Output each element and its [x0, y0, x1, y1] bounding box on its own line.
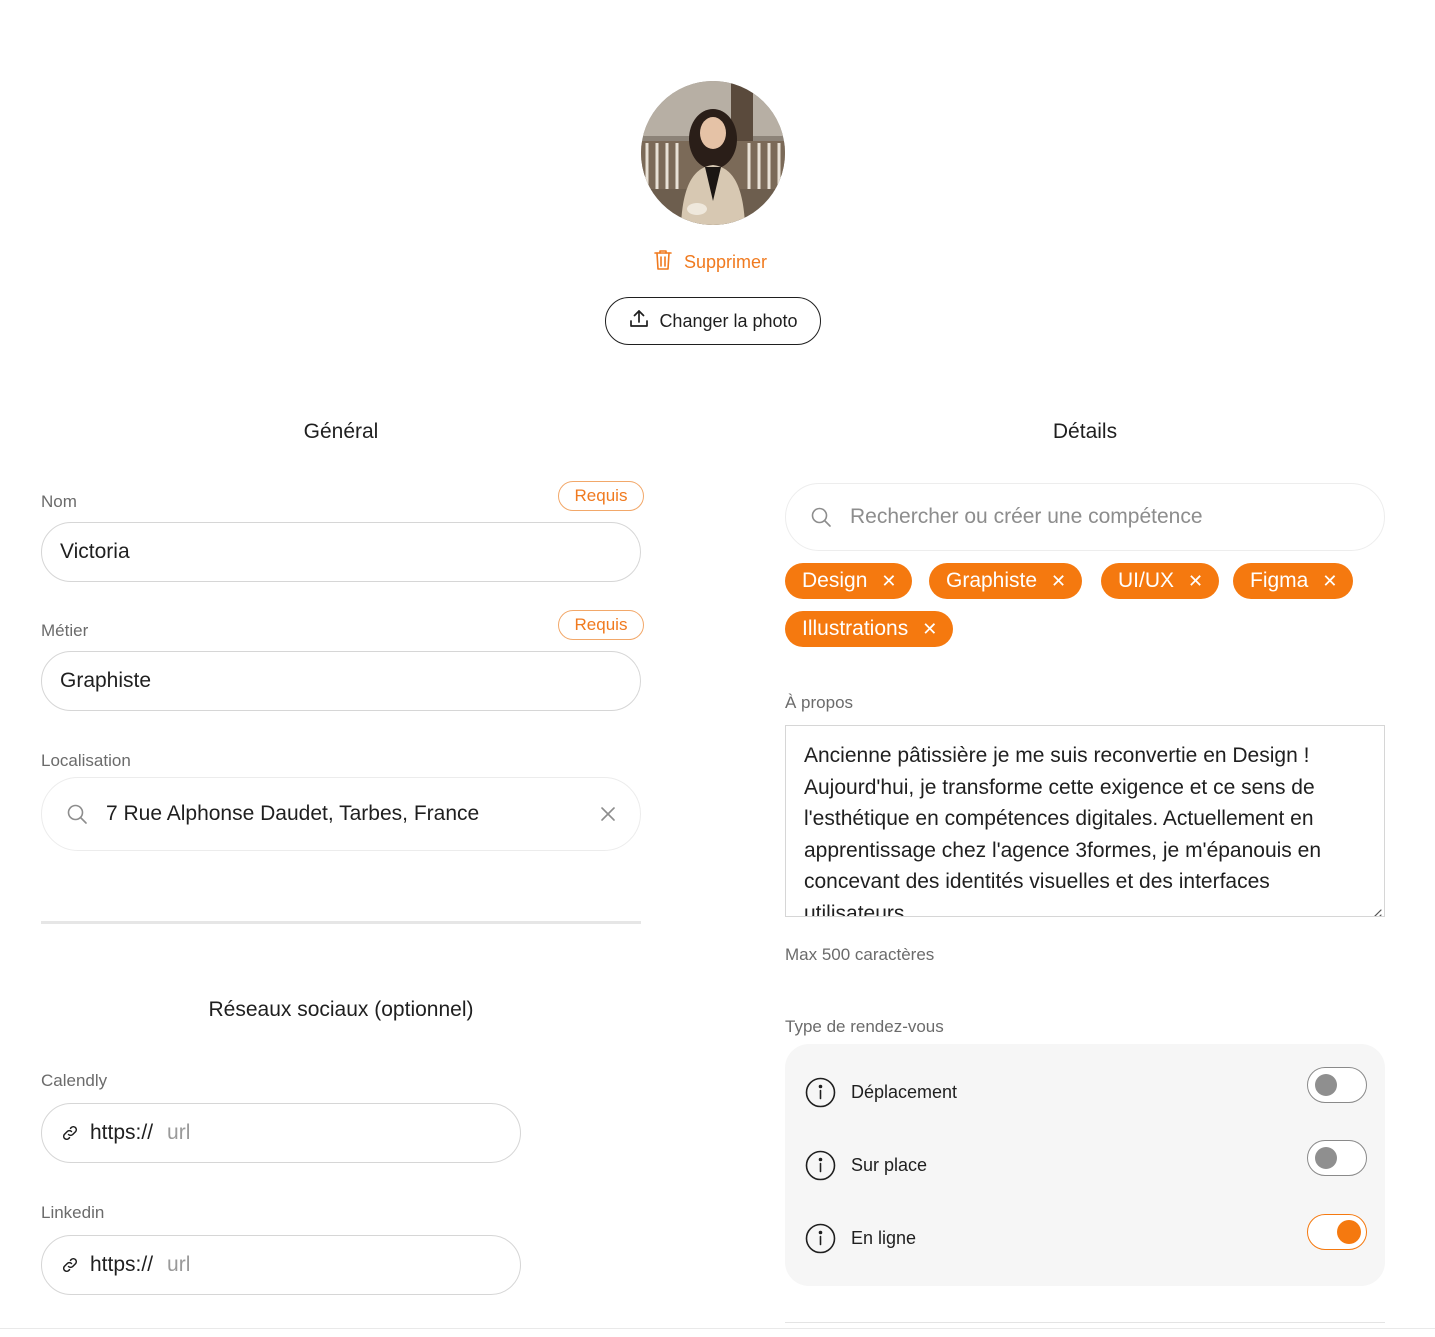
remove-skill-icon[interactable]: ✕ — [1322, 572, 1337, 590]
sur-place-toggle[interactable] — [1307, 1140, 1367, 1176]
deplacement-toggle[interactable] — [1307, 1067, 1367, 1103]
link-icon — [60, 1255, 80, 1275]
appointment-option-label: Déplacement — [851, 1082, 958, 1102]
toggle-knob — [1337, 1220, 1361, 1244]
upload-icon — [628, 308, 650, 335]
location-label: Localisation — [41, 751, 131, 770]
resize-handle-icon[interactable] — [1368, 900, 1382, 916]
toggle-knob — [1315, 1074, 1337, 1096]
general-section-title: Général — [303, 420, 379, 443]
skill-tag-label: Illustrations — [802, 617, 909, 640]
remove-skill-icon[interactable]: ✕ — [922, 620, 937, 638]
skill-tag: Design ✕ — [785, 563, 913, 599]
job-required-badge: Requis — [558, 610, 644, 640]
skill-tag-label: Figma — [1250, 569, 1309, 592]
calendly-url-prefix: https:// — [90, 1121, 154, 1144]
name-required-badge: Requis — [558, 481, 644, 511]
location-input[interactable]: 7 Rue Alphonse Daudet, Tarbes, France — [41, 777, 641, 851]
appointment-option: Déplacement — [805, 1077, 957, 1108]
location-value: 7 Rue Alphonse Daudet, Tarbes, France — [106, 802, 480, 825]
linkedin-label: Linkedin — [41, 1203, 105, 1222]
name-input[interactable]: Victoria — [41, 522, 641, 582]
appointment-option-label: Sur place — [851, 1155, 928, 1175]
search-icon — [66, 803, 88, 825]
section-divider — [41, 921, 641, 924]
delete-photo-label: Supprimer — [684, 251, 768, 272]
calendly-url-input[interactable]: https:// url — [41, 1103, 521, 1163]
change-photo-label: Changer la photo — [659, 310, 798, 331]
calendly-label: Calendly — [41, 1071, 108, 1090]
appointment-option: En ligne — [805, 1223, 916, 1254]
delete-photo-button[interactable]: Supprimer — [652, 248, 767, 276]
info-icon[interactable] — [805, 1077, 836, 1108]
skill-search-placeholder: Rechercher ou créer une compétence — [850, 505, 1203, 528]
calendly-url-placeholder: url — [167, 1121, 191, 1144]
skill-tag: Figma ✕ — [1233, 563, 1354, 599]
social-section-title: Réseaux sociaux (optionnel) — [208, 998, 474, 1021]
clear-location-icon[interactable] — [600, 806, 616, 822]
about-textarea[interactable]: Ancienne pâtissière je me suis reconvert… — [785, 725, 1385, 917]
appointment-option: Sur place — [805, 1150, 927, 1181]
search-icon — [810, 506, 832, 528]
linkedin-url-prefix: https:// — [90, 1253, 154, 1276]
skill-tag-label: Graphiste — [946, 569, 1038, 592]
change-photo-button[interactable]: Changer la photo — [605, 297, 821, 345]
appointment-option-label: En ligne — [851, 1228, 917, 1248]
name-value: Victoria — [60, 540, 130, 563]
skill-tag-label: UI/UX — [1118, 569, 1175, 592]
link-icon — [60, 1123, 80, 1143]
remove-skill-icon[interactable]: ✕ — [1188, 572, 1203, 590]
skill-search-input[interactable]: Rechercher ou créer une compétence — [785, 483, 1385, 551]
toggle-knob — [1315, 1147, 1337, 1169]
appointment-panel: Déplacement Sur place En ligne — [785, 1044, 1385, 1286]
job-input[interactable]: Graphiste — [41, 651, 641, 711]
section-divider — [785, 1322, 1385, 1323]
skill-tag: Graphiste ✕ — [929, 563, 1083, 599]
job-label: Métier — [41, 621, 89, 640]
details-section-title: Détails — [1052, 420, 1118, 443]
appointment-label: Type de rendez-vous — [785, 1017, 944, 1036]
about-label: À propos — [785, 693, 854, 712]
name-label: Nom — [41, 492, 77, 511]
profile-avatar — [641, 81, 785, 225]
remove-skill-icon[interactable]: ✕ — [1051, 572, 1066, 590]
remove-skill-icon[interactable]: ✕ — [881, 572, 896, 590]
page-bottom-border — [0, 1328, 1435, 1329]
linkedin-url-placeholder: url — [167, 1253, 191, 1276]
trash-icon — [652, 248, 674, 277]
skill-tag-label: Design — [802, 569, 868, 592]
skill-tag: UI/UX ✕ — [1101, 563, 1220, 599]
skill-tag: Illustrations ✕ — [785, 611, 954, 647]
info-icon[interactable] — [805, 1223, 836, 1254]
job-value: Graphiste — [60, 669, 152, 692]
linkedin-url-input[interactable]: https:// url — [41, 1235, 521, 1295]
about-text: Ancienne pâtissière je me suis reconvert… — [804, 744, 1322, 917]
about-hint: Max 500 caractères — [785, 945, 935, 964]
en-ligne-toggle[interactable] — [1307, 1214, 1367, 1250]
info-icon[interactable] — [805, 1150, 836, 1181]
